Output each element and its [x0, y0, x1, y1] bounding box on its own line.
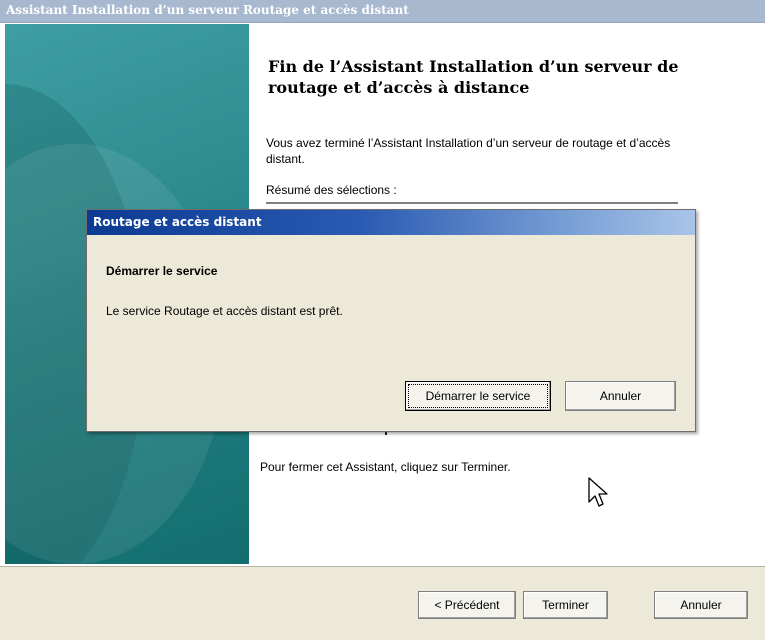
- previous-button[interactable]: < Précédent: [418, 591, 516, 619]
- wizard-titlebar[interactable]: Assistant Installation d’un serveur Rout…: [0, 0, 765, 23]
- dialog-cancel-button[interactable]: Annuler: [565, 381, 676, 411]
- close-instruction: Pour fermer cet Assistant, cliquez sur T…: [260, 460, 511, 474]
- wizard-heading: Fin de l’Assistant Installation d’un ser…: [268, 57, 679, 97]
- dialog-message: Le service Routage et accès distant est …: [106, 304, 343, 318]
- finish-button[interactable]: Terminer: [523, 591, 608, 619]
- wizard-title: Assistant Installation d’un serveur Rout…: [6, 3, 409, 17]
- cancel-button[interactable]: Annuler: [654, 591, 748, 619]
- dialog-heading: Démarrer le service: [106, 264, 218, 278]
- dialog-titlebar[interactable]: Routage et accès distant: [87, 210, 695, 235]
- rras-dialog: Routage et accès distant Démarrer le ser…: [86, 209, 696, 432]
- mouse-pointer-icon: [588, 477, 608, 507]
- summary-label: Résumé des sélections :: [266, 183, 397, 197]
- start-service-button[interactable]: Démarrer le service: [405, 381, 551, 411]
- wizard-footer: < Précédent Terminer Annuler: [0, 566, 765, 640]
- wizard-completed-text: Vous avez terminé l’Assistant Installati…: [266, 136, 671, 166]
- dialog-title: Routage et accès distant: [93, 215, 262, 229]
